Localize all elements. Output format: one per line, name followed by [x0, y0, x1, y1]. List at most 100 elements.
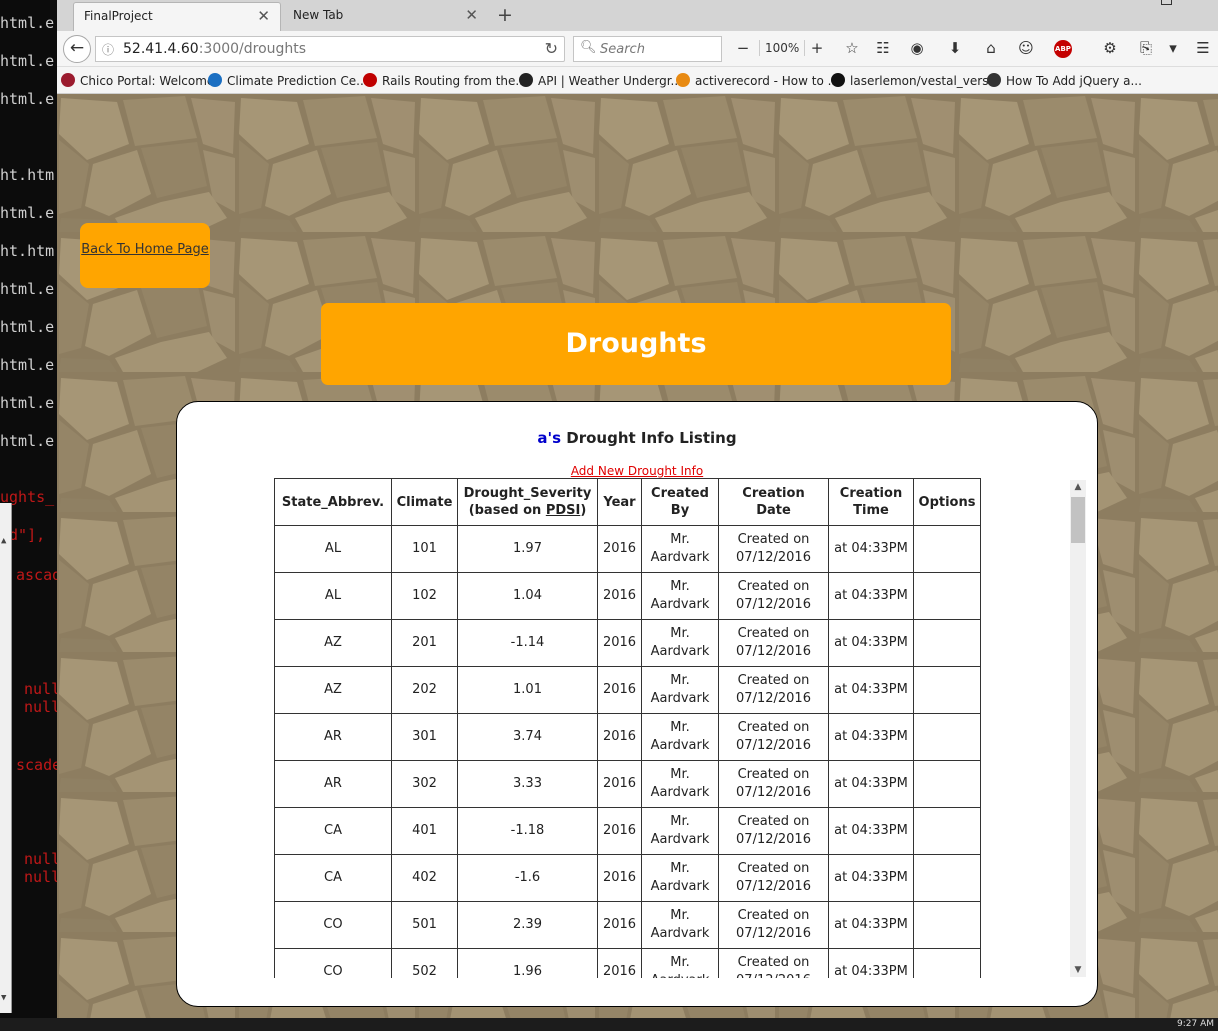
table-scrollbar[interactable]: ▲ ▼: [1070, 480, 1086, 977]
terminal-line: null: [24, 698, 58, 716]
reading-list-icon[interactable]: ☷: [873, 39, 893, 57]
cell-state: AL: [274, 525, 392, 573]
back-arrow-icon[interactable]: ←: [63, 35, 91, 63]
cell-state: CO: [274, 901, 392, 949]
url-path: :3000/droughts: [198, 41, 307, 57]
table-row: AR 302 3.33 2016 Mr. Aardvark Created on 07/1…: [274, 760, 981, 808]
cell-created-by: Mr. Aardvark: [641, 572, 719, 620]
reload-icon[interactable]: ↻: [545, 39, 558, 58]
download-icon[interactable]: ⬇: [945, 39, 965, 57]
panel-down-arrow-icon[interactable]: ▼: [1, 993, 6, 1003]
terminal-line: html.e: [0, 432, 55, 450]
menu-icon[interactable]: ☰: [1193, 39, 1213, 57]
table-row: CO 501 2.39 2016 Mr. Aardvark Created on 07/1…: [274, 901, 981, 949]
url-bar[interactable]: ⓘ 52.41.4.60:3000/droughts ↻: [95, 36, 565, 62]
favicon-icon: [61, 73, 75, 87]
cell-options: [913, 760, 981, 808]
terminal-line: ascad: [16, 566, 58, 584]
scrollbar-thumb[interactable]: [1071, 497, 1085, 543]
close-icon[interactable]: ✕: [465, 6, 478, 24]
column-header-severity: Drought_Severity (based on PDSI): [457, 478, 598, 526]
home-icon[interactable]: ⌂: [981, 39, 1001, 57]
puzzle-icon[interactable]: ⚙: [1100, 39, 1120, 57]
cell-creation-time: at 04:33PM: [828, 948, 914, 978]
pocket-icon[interactable]: ◉: [907, 39, 927, 57]
terminal-line: null: [24, 850, 58, 868]
bookmark-item[interactable]: How To Add jQuery a...: [987, 73, 1142, 88]
cell-severity: 3.74: [457, 713, 598, 761]
listing-heading: a's Drought Info Listing: [177, 429, 1097, 447]
cell-state: AL: [274, 572, 392, 620]
bookmark-label: Rails Routing from the...: [382, 74, 527, 88]
maximize-window-icon[interactable]: [1161, 0, 1172, 5]
tab-label: FinalProject: [84, 9, 153, 23]
panel-up-arrow-icon[interactable]: ▲: [1, 536, 6, 546]
back-home-link[interactable]: Back To Home Page: [81, 242, 209, 257]
bookmark-label: API | Weather Undergr...: [538, 74, 682, 88]
page-title: Droughts: [321, 303, 951, 385]
star-icon[interactable]: ☆: [842, 39, 862, 57]
add-new-drought-link[interactable]: Add New Drought Info: [177, 464, 1097, 478]
cell-state: AR: [274, 713, 392, 761]
bookmark-item[interactable]: Rails Routing from the...: [363, 73, 527, 88]
bookmark-label: How To Add jQuery a...: [1006, 74, 1142, 88]
table-row: AZ 202 1.01 2016 Mr. Aardvark Created on 07/1…: [274, 666, 981, 714]
terminal-line: html.e: [0, 52, 55, 70]
cell-severity: -1.6: [457, 854, 598, 902]
cell-year: 2016: [597, 525, 642, 573]
bookmark-item[interactable]: activerecord - How to ...: [676, 73, 839, 88]
scroll-up-arrow-icon[interactable]: ▲: [1070, 480, 1086, 494]
cell-year: 2016: [597, 666, 642, 714]
cell-created-by: Mr. Aardvark: [641, 807, 719, 855]
column-header-creation-time: Creation Time: [828, 478, 914, 526]
tab-new-tab[interactable]: New Tab ✕: [283, 2, 488, 31]
table-row: AL 101 1.97 2016 Mr. Aardvark Created on 07/1…: [274, 525, 981, 573]
info-icon[interactable]: ⓘ: [102, 41, 114, 58]
cell-creation-date: Created on 07/12/2016: [718, 901, 829, 949]
cell-options: [913, 854, 981, 902]
cell-climate: 401: [391, 807, 458, 855]
tab-finalproject[interactable]: FinalProject ✕: [73, 2, 281, 31]
minus-icon[interactable]: −: [733, 39, 753, 57]
heading-text: Drought Info Listing: [561, 429, 737, 447]
cell-creation-time: at 04:33PM: [828, 854, 914, 902]
bookmark-item[interactable]: Chico Portal: Welcome: [61, 73, 214, 88]
cell-state: AZ: [274, 619, 392, 667]
chevron-down-icon[interactable]: ▾: [1163, 39, 1183, 57]
adblock-icon[interactable]: ABP: [1054, 40, 1072, 58]
cell-created-by: Mr. Aardvark: [641, 525, 719, 573]
cell-options: [913, 713, 981, 761]
cell-creation-date: Created on 07/12/2016: [718, 572, 829, 620]
cell-creation-time: at 04:33PM: [828, 525, 914, 573]
bookmark-item[interactable]: laserlemon/vestal_vers...: [831, 73, 1000, 88]
cell-creation-time: at 04:33PM: [828, 572, 914, 620]
chat-icon[interactable]: ☺: [1016, 39, 1036, 57]
terminal-line: html.e: [0, 394, 55, 412]
scroll-down-arrow-icon[interactable]: ▼: [1070, 963, 1086, 977]
close-icon[interactable]: ✕: [257, 7, 270, 25]
table-row: CA 402 -1.6 2016 Mr. Aardvark Created on 07/1…: [274, 854, 981, 902]
url-text: 52.41.4.60:3000/droughts: [123, 41, 306, 57]
bookmark-item[interactable]: Climate Prediction Ce...: [208, 73, 368, 88]
pdsi-link[interactable]: PDSI: [546, 503, 581, 518]
page-viewport: Back To Home Page Droughts a's Drought I…: [57, 94, 1218, 1018]
cell-state: AR: [274, 760, 392, 808]
cell-year: 2016: [597, 760, 642, 808]
drought-table: State_Abbrev. Climate Drought_Severity (…: [274, 478, 981, 978]
favicon-icon: [519, 73, 533, 87]
search-input[interactable]: 🔍︎ Search: [573, 36, 722, 62]
terminal-line: html.e: [0, 14, 55, 32]
browser-window: FinalProject ✕ New Tab ✕ + ← ⓘ 52.41.4.6…: [57, 0, 1218, 1018]
new-tab-button[interactable]: +: [497, 4, 513, 26]
zoom-level[interactable]: 100%: [759, 40, 806, 56]
favicon-icon: [676, 73, 690, 87]
cell-climate: 202: [391, 666, 458, 714]
cell-climate: 201: [391, 619, 458, 667]
bookmark-item[interactable]: API | Weather Undergr...: [519, 73, 682, 88]
cell-climate: 501: [391, 901, 458, 949]
clipboard-icon[interactable]: ⎘: [1136, 39, 1156, 57]
table-header-row: State_Abbrev. Climate Drought_Severity (…: [274, 478, 981, 526]
cell-severity: 1.01: [457, 666, 598, 714]
heading-username: a's: [537, 429, 562, 447]
plus-icon[interactable]: +: [807, 39, 827, 57]
